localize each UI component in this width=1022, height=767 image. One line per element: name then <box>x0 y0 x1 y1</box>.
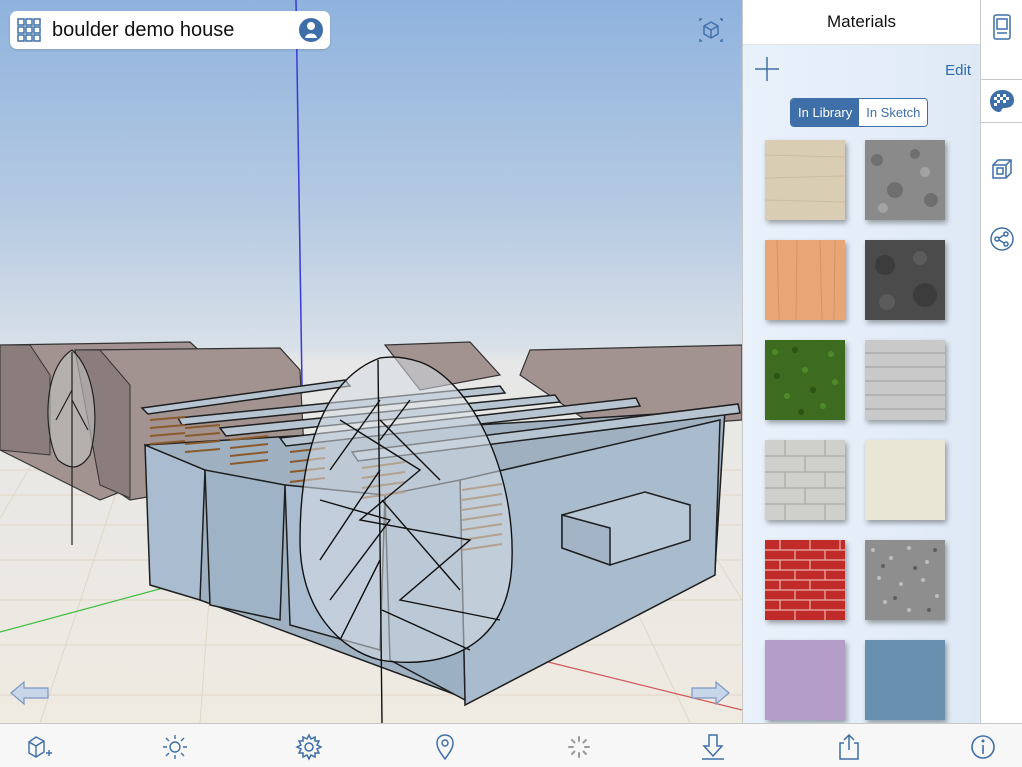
tab-in-library[interactable]: In Library <box>791 99 860 126</box>
material-swatch-red-brick[interactable] <box>765 540 845 620</box>
loading-icon <box>564 732 594 762</box>
document-title: boulder demo house <box>52 18 235 41</box>
material-swatch-light-wood[interactable] <box>765 240 845 320</box>
redo-arrow-icon[interactable] <box>688 678 732 708</box>
bottom-toolbar <box>0 723 1022 767</box>
add-object-icon[interactable] <box>24 732 54 762</box>
settings-icon[interactable] <box>294 732 324 762</box>
material-swatch-sand-render[interactable] <box>765 140 845 220</box>
material-swatch-dark-slate[interactable] <box>865 240 945 320</box>
3d-viewport[interactable]: boulder demo house <box>0 0 742 723</box>
document-title-card: boulder demo house <box>10 11 330 49</box>
materials-browser: Edit In Library In Sketch <box>743 45 980 723</box>
share-icon[interactable] <box>981 218 1022 260</box>
material-swatch-gravel[interactable] <box>865 540 945 620</box>
material-swatch-gray-concrete[interactable] <box>865 140 945 220</box>
edit-button[interactable]: Edit <box>945 62 971 79</box>
info-icon[interactable] <box>968 732 998 762</box>
components-icon[interactable] <box>981 148 1022 190</box>
material-swatch-white-brick[interactable] <box>865 340 945 420</box>
tab-in-sketch[interactable]: In Sketch <box>859 99 928 126</box>
download-icon[interactable] <box>698 732 728 762</box>
plus-icon <box>755 57 779 81</box>
material-swatch-lavender[interactable] <box>765 640 845 720</box>
shadows-icon[interactable] <box>160 732 190 762</box>
library-sketch-toggle: In Library In Sketch <box>790 98 929 127</box>
grid-menu-icon[interactable] <box>10 11 48 49</box>
location-icon[interactable] <box>430 732 460 762</box>
material-swatch-gray-block[interactable] <box>765 440 845 520</box>
material-swatch-grass[interactable] <box>765 340 845 420</box>
panel-rail <box>980 0 1022 723</box>
share-out-icon[interactable] <box>834 732 864 762</box>
material-swatch-steel-blue[interactable] <box>865 640 945 720</box>
user-account-icon[interactable] <box>292 11 330 49</box>
undo-arrow-icon[interactable] <box>8 678 52 708</box>
model-info-icon[interactable] <box>981 6 1022 48</box>
view-cube-icon[interactable] <box>696 15 726 45</box>
panel-title: Materials <box>743 0 980 45</box>
materials-panel: Materials Edit In Library In Sketch <box>742 0 980 723</box>
material-swatch-cream[interactable] <box>865 440 945 520</box>
materials-icon[interactable] <box>981 80 1022 122</box>
app-window: boulder demo house Materials Edit In Lib… <box>0 0 1022 767</box>
model-scene[interactable] <box>0 0 742 723</box>
add-material-button[interactable] <box>753 55 781 83</box>
